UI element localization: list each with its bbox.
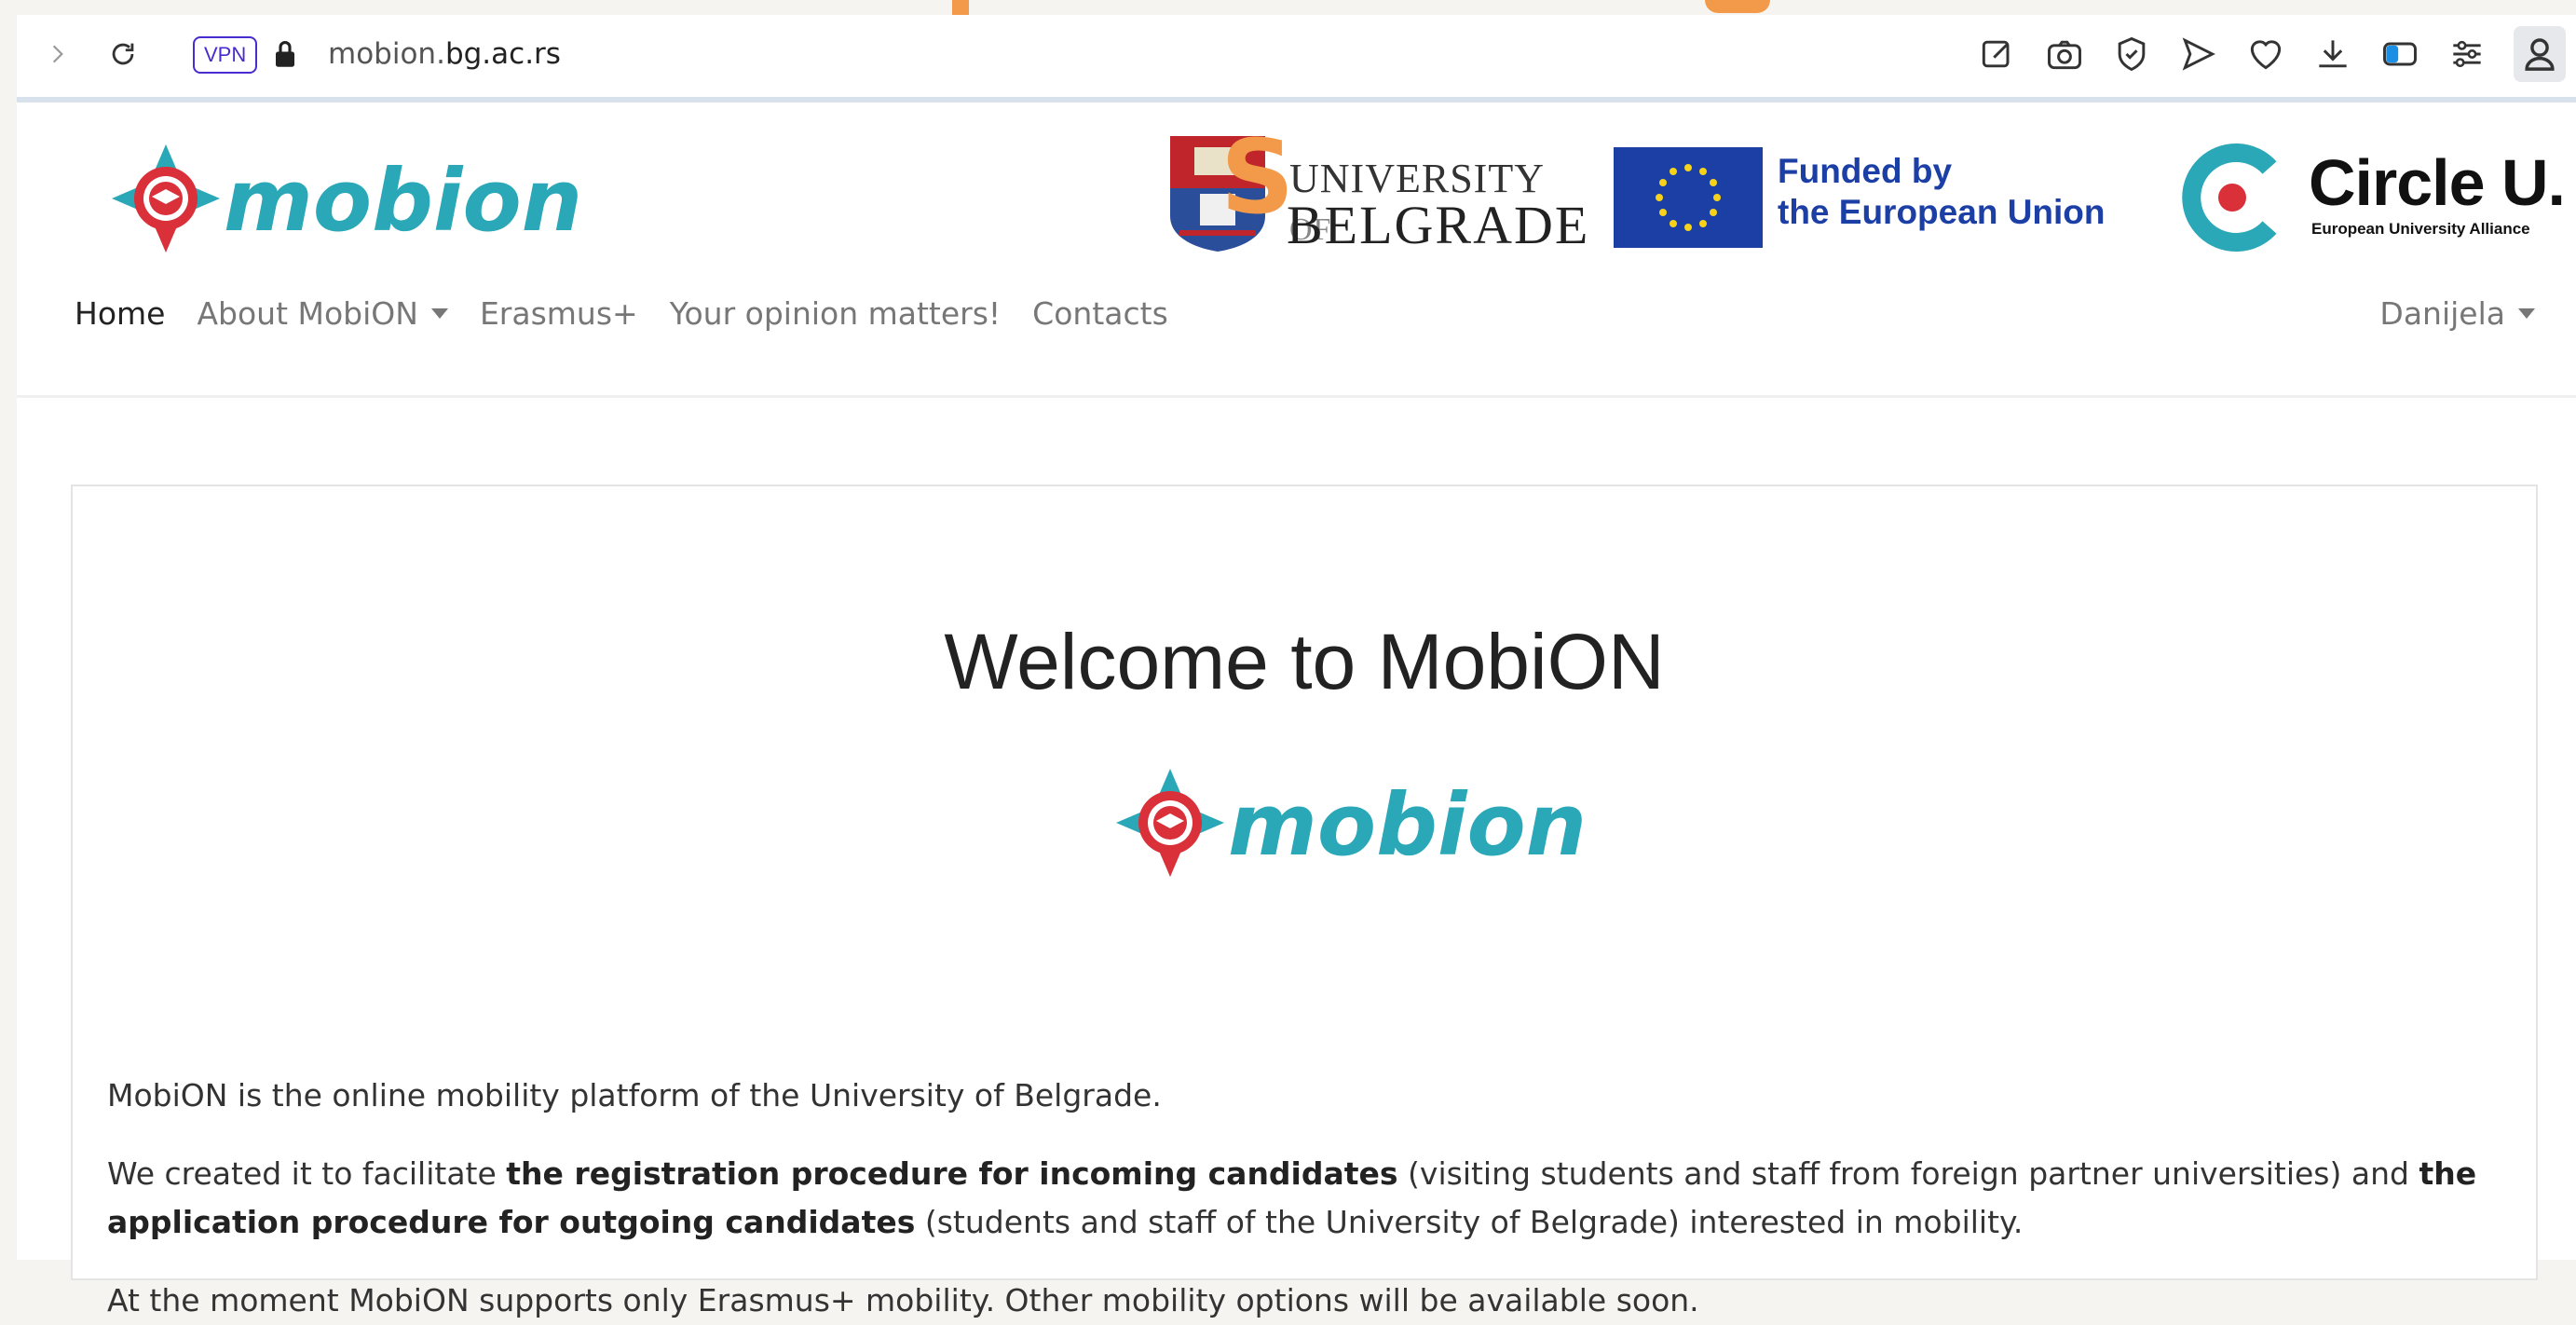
p2-bold-incoming: the registration procedure for incoming … bbox=[506, 1155, 1398, 1192]
circle-u-logo-icon[interactable] bbox=[2176, 142, 2288, 253]
url-subdomain: mobion. bbox=[328, 37, 445, 71]
p2-text-c: (visiting students and staff from foreig… bbox=[1397, 1155, 2419, 1192]
page-title: Welcome to MobiON bbox=[944, 618, 1665, 705]
eu-text-line2: the European Union bbox=[1778, 193, 2106, 231]
profile-button[interactable] bbox=[2514, 26, 2566, 82]
mobion-logo-text: mobion bbox=[224, 151, 583, 251]
p2-text-e: (students and staff of the University of… bbox=[915, 1204, 2024, 1240]
circle-u-subtitle: European University Alliance bbox=[2311, 220, 2530, 238]
belgrade-line2: BELGRADE bbox=[1287, 195, 1590, 255]
p2-text-a: We created it to facilitate bbox=[107, 1155, 507, 1192]
compass-logo-icon bbox=[112, 144, 220, 253]
chevron-down-icon bbox=[2518, 307, 2535, 319]
mobion-logo[interactable]: mobion bbox=[110, 138, 582, 259]
nav-your-opinion[interactable]: Your opinion matters! bbox=[670, 295, 1001, 332]
send-icon[interactable] bbox=[2178, 34, 2219, 75]
vpn-badge[interactable]: VPN bbox=[193, 36, 258, 74]
download-icon[interactable] bbox=[2312, 34, 2353, 75]
intro-paragraph-3: At the moment MobiON supports only Erasm… bbox=[107, 1282, 1699, 1318]
url-domain: bg.ac.rs bbox=[444, 37, 561, 71]
eu-flag-icon bbox=[1614, 147, 1763, 248]
browser-toolbar: VPN mobion.bg.ac.rs bbox=[17, 15, 2576, 102]
orange-decoration-left bbox=[952, 0, 969, 15]
compass-logo-icon bbox=[1116, 769, 1224, 877]
shield-icon[interactable] bbox=[2111, 34, 2152, 75]
website: mobion S UNIVERSITY OF BELGRADE Funded b… bbox=[17, 102, 2576, 1318]
reload-button[interactable] bbox=[102, 34, 143, 75]
main-nav: Home About MobiON Erasmus+ Your opinion … bbox=[75, 285, 1200, 341]
settings-icon[interactable] bbox=[2447, 34, 2487, 75]
mobion-center-logo-text: mobion bbox=[1228, 775, 1588, 875]
nav-erasmus[interactable]: Erasmus+ bbox=[480, 295, 638, 332]
user-menu[interactable]: Danijela bbox=[2379, 285, 2535, 341]
forward-button[interactable] bbox=[37, 34, 78, 75]
orange-letter-s: S bbox=[1220, 117, 1295, 237]
user-name: Danijela bbox=[2379, 294, 2505, 332]
university-of-belgrade-logo[interactable]: S UNIVERSITY OF BELGRADE bbox=[1170, 117, 1588, 261]
intro-paragraph-1: MobiON is the online mobility platform o… bbox=[107, 1077, 1162, 1113]
nav-about-mobion[interactable]: About MobiON bbox=[197, 295, 448, 332]
welcome-card: Welcome to MobiON mobion MobiON is the o… bbox=[71, 485, 2538, 1318]
nav-contacts[interactable]: Contacts bbox=[1032, 295, 1168, 332]
chevron-down-icon bbox=[430, 307, 448, 319]
nav-about-label: About MobiON bbox=[197, 294, 418, 332]
forward-icon bbox=[52, 45, 63, 63]
circle-u-title: Circle U. bbox=[2309, 146, 2566, 219]
heart-icon[interactable] bbox=[2245, 34, 2286, 75]
intro-paragraph-2: We created it to facilitate the registra… bbox=[107, 1150, 2501, 1247]
orange-decoration-right bbox=[1705, 0, 1770, 13]
sidebar-toggle-icon[interactable] bbox=[2379, 34, 2420, 75]
reload-icon bbox=[112, 43, 134, 65]
profile-icon bbox=[2525, 38, 2555, 71]
eu-text-line1: Funded by bbox=[1778, 152, 1953, 190]
edit-icon[interactable] bbox=[1977, 34, 2018, 75]
address-bar[interactable]: mobion.bg.ac.rs bbox=[328, 35, 561, 73]
lock-icon[interactable] bbox=[266, 34, 304, 75]
nav-home[interactable]: Home bbox=[75, 295, 165, 332]
mobion-center-logo: mobion bbox=[1114, 762, 1587, 883]
camera-icon[interactable] bbox=[2044, 34, 2085, 75]
funded-by-eu-text: Funded by the European Union bbox=[1778, 151, 2106, 233]
header-divider bbox=[17, 395, 2576, 398]
